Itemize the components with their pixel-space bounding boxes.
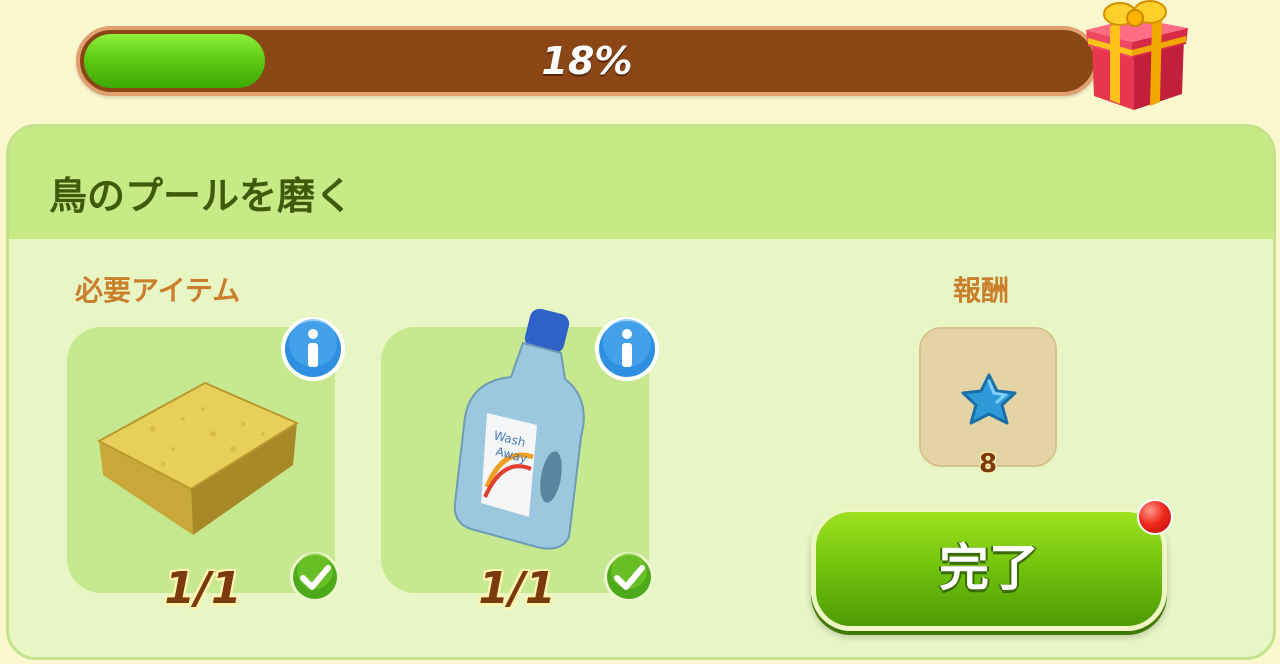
check-icon [290,552,340,602]
info-icon[interactable] [593,315,661,383]
complete-button-label: 完了 [939,539,1039,597]
required-items-label: 必要アイテム [75,274,241,307]
check-icon [604,552,654,602]
quest-title: 鳥のプールを磨く [49,174,354,218]
detergent-bottle-icon: Wash Away [453,308,585,550]
item-count: 1/1 [164,563,242,614]
info-icon[interactable] [279,315,347,383]
notification-dot [1137,499,1173,535]
item-card-sponge[interactable]: 1/1 [67,317,345,614]
complete-button[interactable]: 完了 [811,507,1167,631]
quest-panel: 鳥のプールを磨く 必要アイテム 報酬 1/1 Wash Away 1/1 8 完… [6,124,1276,660]
gift-box-icon[interactable] [1074,0,1194,118]
sponge-icon [96,381,299,535]
item-count: 1/1 [478,563,556,614]
blue-star-icon [961,373,1017,425]
quest-progress-bar: 18% [76,26,1098,96]
reward-amount: 8 [978,449,998,479]
item-card-detergent[interactable]: Wash Away 1/1 [381,308,659,614]
reward-box [919,327,1057,467]
progress-percent: 18% [541,39,633,83]
reward-label: 報酬 [953,274,1010,307]
